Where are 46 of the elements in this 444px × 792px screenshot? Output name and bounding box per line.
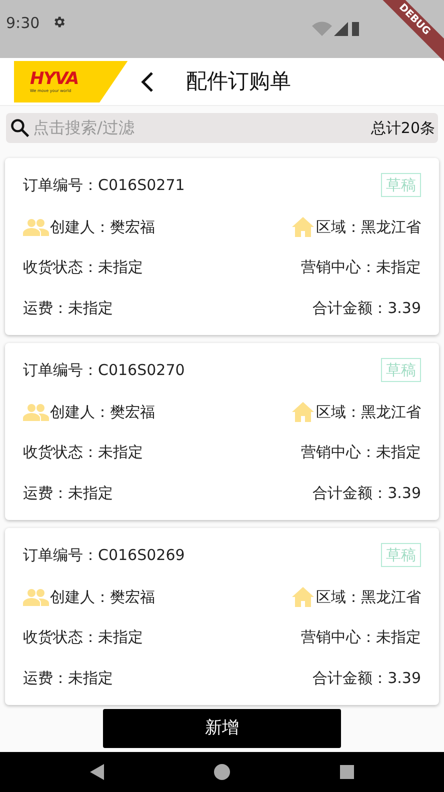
home-icon <box>292 402 314 422</box>
creator-text: 创建人：樊宏福 <box>50 402 155 423</box>
status-tag: 草稿 <box>381 358 421 382</box>
home-icon <box>292 216 314 237</box>
total-amount-text: 合计金额：3.39 <box>312 483 421 504</box>
search-icon <box>9 117 31 139</box>
status-tag: 草稿 <box>381 543 421 568</box>
sales-center-text: 营销中心：未指定 <box>301 627 421 648</box>
total-count: 总计20条 <box>370 118 435 139</box>
region-text: 区域：黑龙江省 <box>316 402 421 423</box>
receipt-status-text: 收货状态：未指定 <box>23 627 143 648</box>
status-tag: 草稿 <box>381 173 421 198</box>
creator-text: 创建人：樊宏福 <box>50 216 155 238</box>
status-icons <box>312 20 362 36</box>
creator-text: 创建人：樊宏福 <box>50 586 155 608</box>
freight-text: 运费：未指定 <box>23 298 113 320</box>
page-title: 配件订购单 <box>186 68 291 95</box>
order-number: 订单编号：C016S0270 <box>23 360 185 381</box>
add-button[interactable]: 新增 <box>103 709 341 748</box>
back-nav-icon[interactable] <box>90 764 104 780</box>
status-time: 9:30 <box>6 13 40 34</box>
people-icon <box>23 402 49 421</box>
logo-text: HYVA <box>30 70 78 88</box>
order-number: 订单编号：C016S0271 <box>23 174 185 196</box>
receipt-status-text: 收货状态：未指定 <box>23 442 143 464</box>
total-amount-text: 合计金额：3.39 <box>312 298 421 320</box>
sales-center-text: 营销中心：未指定 <box>301 442 421 464</box>
total-amount-text: 合计金额：3.39 <box>312 668 421 690</box>
home-icon <box>292 586 314 607</box>
home-nav-icon[interactable] <box>214 764 230 780</box>
receipt-status-text: 收货状态：未指定 <box>23 257 143 278</box>
search-field[interactable]: 点击搜索/过滤 <box>33 116 371 140</box>
region-text: 区域：黑龙江省 <box>316 216 421 238</box>
order-card[interactable]: 订单编号：C016S0269 草稿 创建人：樊宏福 区域：黑龙江省 收货状态：未指定 营销中心：未指定 运费：未指定 合计金额：3.39 <box>5 528 439 705</box>
freight-text: 运费：未指定 <box>23 668 113 690</box>
search-bar[interactable]: 点击搜索/过滤 总计20条 <box>6 113 438 143</box>
order-card[interactable]: 订单编号：C016S0271 草稿 创建人：樊宏福 区域：黑龙江省 收货状态：未指定 营销中心：未指定 运费：未指定 合计金额：3.39 <box>5 158 439 335</box>
sales-center-text: 营销中心：未指定 <box>301 257 421 278</box>
people-icon <box>23 588 49 606</box>
back-icon[interactable] <box>140 70 154 92</box>
gear-icon <box>52 15 66 29</box>
region-text: 区域：黑龙江省 <box>316 586 421 608</box>
freight-text: 运费：未指定 <box>23 483 113 504</box>
order-card[interactable]: 订单编号：C016S0270 草稿 创建人：樊宏福 区域：黑龙江省 收货状态：未指定 营销中心：未指定 运费：未指定 合计金额：3.39 <box>5 343 439 520</box>
people-icon <box>23 218 49 236</box>
order-number: 订单编号：C016S0269 <box>23 544 185 566</box>
